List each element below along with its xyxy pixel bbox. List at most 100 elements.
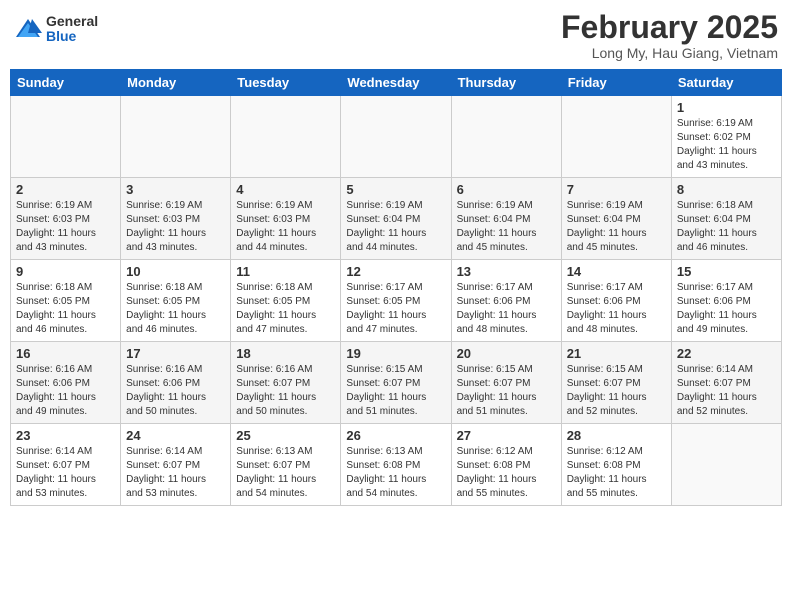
day-cell: 11Sunrise: 6:18 AM Sunset: 6:05 PM Dayli… [231, 260, 341, 342]
day-cell [11, 96, 121, 178]
day-info: Sunrise: 6:15 AM Sunset: 6:07 PM Dayligh… [567, 363, 666, 419]
location: Long My, Hau Giang, Vietnam [561, 45, 778, 61]
day-cell [121, 96, 231, 178]
day-info: Sunrise: 6:14 AM Sunset: 6:07 PM Dayligh… [16, 445, 115, 501]
day-number: 4 [236, 182, 335, 197]
day-info: Sunrise: 6:17 AM Sunset: 6:06 PM Dayligh… [677, 281, 776, 337]
day-info: Sunrise: 6:17 AM Sunset: 6:06 PM Dayligh… [567, 281, 666, 337]
day-info: Sunrise: 6:16 AM Sunset: 6:06 PM Dayligh… [16, 363, 115, 419]
day-number: 3 [126, 182, 225, 197]
logo: General Blue [14, 14, 98, 45]
day-cell: 21 Sunrise: 6:15 AM Sunset: 6:07 PM Dayli… [561, 342, 671, 424]
logo-icon [14, 15, 42, 43]
day-cell: 28 Sunrise: 6:12 AM Sunset: 6:08 PM Dayli… [561, 424, 671, 506]
day-cell [231, 96, 341, 178]
day-number: 23 [16, 428, 115, 443]
day-info: Sunrise: 6:19 AM Sunset: 6:04 PM Dayligh… [457, 199, 556, 255]
weekday-header-tuesday: Tuesday [231, 70, 341, 96]
day-info: Sunrise: 6:18 AM Sunset: 6:05 PM Dayligh… [16, 281, 115, 337]
day-number: 25 [236, 428, 335, 443]
day-number: 15 [677, 264, 776, 279]
day-info: Sunrise: 6:13 AM Sunset: 6:07 PM Dayligh… [236, 445, 335, 501]
day-info: Sunrise: 6:13 AM Sunset: 6:08 PM Dayligh… [346, 445, 445, 501]
day-info: Sunrise: 6:14 AM Sunset: 6:07 PM Dayligh… [677, 363, 776, 419]
weekday-header-friday: Friday [561, 70, 671, 96]
day-info: Sunrise: 6:18 AM Sunset: 6:04 PM Dayligh… [677, 199, 776, 255]
month-title: February 2025 [561, 10, 778, 45]
day-number: 20 [457, 346, 556, 361]
title-block: February 2025 Long My, Hau Giang, Vietna… [561, 10, 778, 61]
day-cell: 12 Sunrise: 6:17 AM Sunset: 6:05 PM Dayli… [341, 260, 451, 342]
day-info: Sunrise: 6:19 AM Sunset: 6:04 PM Dayligh… [346, 199, 445, 255]
day-cell: 14 Sunrise: 6:17 AM Sunset: 6:06 PM Dayli… [561, 260, 671, 342]
day-cell: 16 Sunrise: 6:16 AM Sunset: 6:06 PM Dayli… [11, 342, 121, 424]
weekday-header-saturday: Saturday [671, 70, 781, 96]
logo-text: General Blue [46, 14, 98, 45]
day-number: 22 [677, 346, 776, 361]
day-cell: 2 Sunrise: 6:19 AM Sunset: 6:03 PM Daylig… [11, 178, 121, 260]
week-row-4: 16 Sunrise: 6:16 AM Sunset: 6:06 PM Dayli… [11, 342, 782, 424]
calendar-body: 1Sunrise: 6:19 AM Sunset: 6:02 PM Daylig… [11, 96, 782, 506]
day-number: 24 [126, 428, 225, 443]
day-cell [671, 424, 781, 506]
weekday-row: SundayMondayTuesdayWednesdayThursdayFrid… [11, 70, 782, 96]
day-info: Sunrise: 6:17 AM Sunset: 6:06 PM Dayligh… [457, 281, 556, 337]
day-cell: 10 Sunrise: 6:18 AM Sunset: 6:05 PM Dayli… [121, 260, 231, 342]
day-cell: 18Sunrise: 6:16 AM Sunset: 6:07 PM Dayli… [231, 342, 341, 424]
day-info: Sunrise: 6:15 AM Sunset: 6:07 PM Dayligh… [457, 363, 556, 419]
day-number: 10 [126, 264, 225, 279]
weekday-header-thursday: Thursday [451, 70, 561, 96]
day-info: Sunrise: 6:15 AM Sunset: 6:07 PM Dayligh… [346, 363, 445, 419]
week-row-3: 9 Sunrise: 6:18 AM Sunset: 6:05 PM Daylig… [11, 260, 782, 342]
day-cell: 17Sunrise: 6:16 AM Sunset: 6:06 PM Dayli… [121, 342, 231, 424]
day-cell: 24 Sunrise: 6:14 AM Sunset: 6:07 PM Dayli… [121, 424, 231, 506]
day-number: 12 [346, 264, 445, 279]
weekday-header-monday: Monday [121, 70, 231, 96]
day-number: 8 [677, 182, 776, 197]
week-row-1: 1Sunrise: 6:19 AM Sunset: 6:02 PM Daylig… [11, 96, 782, 178]
day-number: 6 [457, 182, 556, 197]
day-info: Sunrise: 6:19 AM Sunset: 6:03 PM Dayligh… [16, 199, 115, 255]
day-number: 16 [16, 346, 115, 361]
day-cell: 3 Sunrise: 6:19 AM Sunset: 6:03 PM Daylig… [121, 178, 231, 260]
day-number: 13 [457, 264, 556, 279]
day-info: Sunrise: 6:18 AM Sunset: 6:05 PM Dayligh… [236, 281, 335, 337]
day-cell: 6 Sunrise: 6:19 AM Sunset: 6:04 PM Daylig… [451, 178, 561, 260]
day-cell: 19 Sunrise: 6:15 AM Sunset: 6:07 PM Dayli… [341, 342, 451, 424]
day-info: Sunrise: 6:19 AM Sunset: 6:04 PM Dayligh… [567, 199, 666, 255]
day-info: Sunrise: 6:16 AM Sunset: 6:06 PM Dayligh… [126, 363, 225, 419]
day-info: Sunrise: 6:16 AM Sunset: 6:07 PM Dayligh… [236, 363, 335, 419]
day-number: 7 [567, 182, 666, 197]
day-cell: 5 Sunrise: 6:19 AM Sunset: 6:04 PM Daylig… [341, 178, 451, 260]
weekday-header-wednesday: Wednesday [341, 70, 451, 96]
day-number: 5 [346, 182, 445, 197]
day-info: Sunrise: 6:19 AM Sunset: 6:03 PM Dayligh… [236, 199, 335, 255]
weekday-header-sunday: Sunday [11, 70, 121, 96]
logo-blue: Blue [46, 29, 98, 44]
day-info: Sunrise: 6:18 AM Sunset: 6:05 PM Dayligh… [126, 281, 225, 337]
day-number: 9 [16, 264, 115, 279]
day-number: 19 [346, 346, 445, 361]
page-header: General Blue February 2025 Long My, Hau … [10, 10, 782, 61]
day-cell: 25 Sunrise: 6:13 AM Sunset: 6:07 PM Dayli… [231, 424, 341, 506]
day-cell: 22 Sunrise: 6:14 AM Sunset: 6:07 PM Dayli… [671, 342, 781, 424]
day-number: 28 [567, 428, 666, 443]
calendar: SundayMondayTuesdayWednesdayThursdayFrid… [10, 69, 782, 506]
day-cell: 9 Sunrise: 6:18 AM Sunset: 6:05 PM Daylig… [11, 260, 121, 342]
day-number: 21 [567, 346, 666, 361]
day-info: Sunrise: 6:12 AM Sunset: 6:08 PM Dayligh… [457, 445, 556, 501]
day-cell: 27Sunrise: 6:12 AM Sunset: 6:08 PM Dayli… [451, 424, 561, 506]
day-cell: 4 Sunrise: 6:19 AM Sunset: 6:03 PM Daylig… [231, 178, 341, 260]
logo-general: General [46, 14, 98, 29]
day-number: 1 [677, 100, 776, 115]
day-number: 2 [16, 182, 115, 197]
day-cell: 8 Sunrise: 6:18 AM Sunset: 6:04 PM Daylig… [671, 178, 781, 260]
day-number: 14 [567, 264, 666, 279]
day-info: Sunrise: 6:19 AM Sunset: 6:03 PM Dayligh… [126, 199, 225, 255]
day-info: Sunrise: 6:17 AM Sunset: 6:05 PM Dayligh… [346, 281, 445, 337]
day-number: 26 [346, 428, 445, 443]
day-cell [561, 96, 671, 178]
day-cell: 15 Sunrise: 6:17 AM Sunset: 6:06 PM Dayli… [671, 260, 781, 342]
day-info: Sunrise: 6:14 AM Sunset: 6:07 PM Dayligh… [126, 445, 225, 501]
day-info: Sunrise: 6:12 AM Sunset: 6:08 PM Dayligh… [567, 445, 666, 501]
